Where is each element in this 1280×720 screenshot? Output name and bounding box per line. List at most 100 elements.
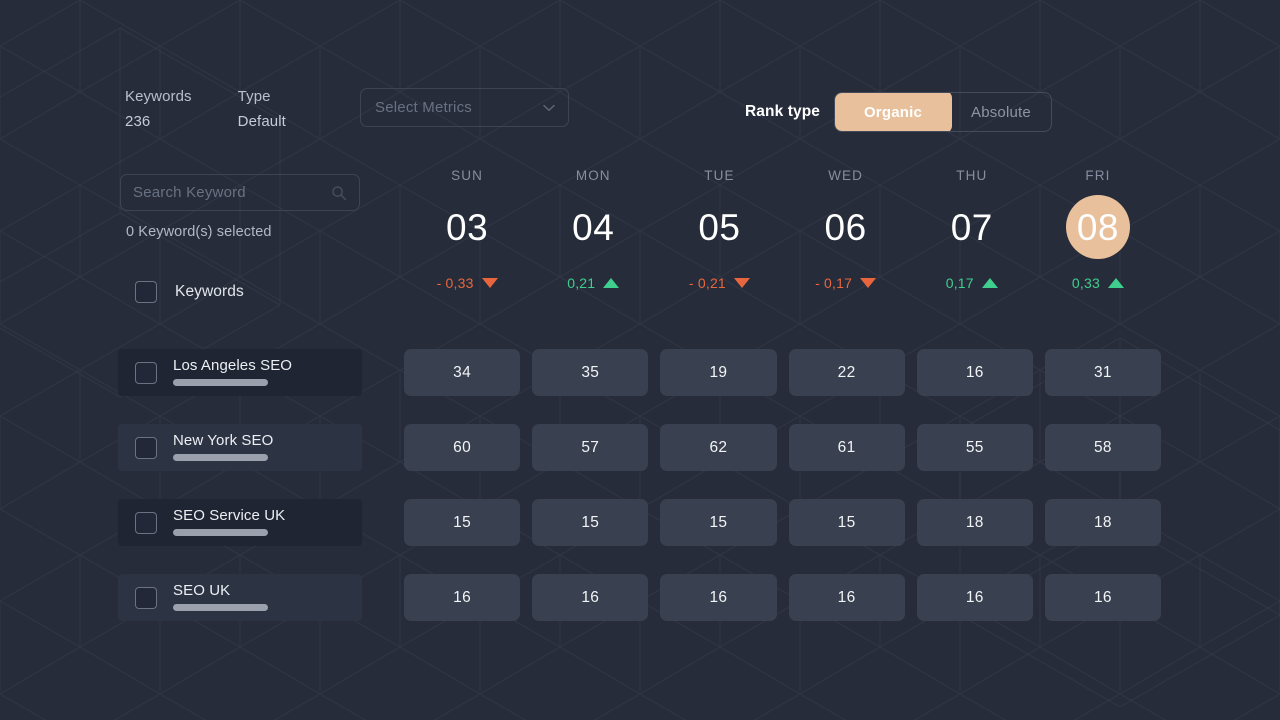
day-delta: 0,17 [946, 275, 998, 291]
list-item[interactable]: SEO UK [118, 574, 362, 621]
day-number[interactable]: 04 [561, 195, 625, 259]
keyword-text: Los Angeles SEO [173, 357, 292, 386]
arrow-down-icon [733, 278, 750, 288]
rank-tracker-page: Keywords 236 Type Default Select Metrics… [0, 0, 1280, 720]
type-summary-value: Default [237, 113, 286, 130]
meta-summary: Keywords 236 Type Default [125, 88, 286, 130]
keyword-checkbox[interactable] [135, 511, 157, 534]
rank-cell[interactable]: 16 [660, 574, 777, 621]
rank-cell[interactable]: 16 [788, 574, 905, 621]
day-name: THU [956, 168, 988, 183]
keywords-summary-label: Keywords [125, 88, 192, 105]
rank-cell[interactable]: 55 [916, 424, 1033, 471]
rank-type-option-organic[interactable]: Organic [834, 93, 952, 131]
keyword-name: New York SEO [173, 432, 274, 449]
day-delta-value: 0,21 [567, 275, 596, 291]
rank-cell[interactable]: 35 [532, 349, 649, 396]
search-input[interactable]: Search Keyword [120, 174, 360, 211]
rank-type-toggle: Organic Absolute [833, 92, 1052, 132]
rank-cell[interactable]: 16 [916, 349, 1033, 396]
rank-cell[interactable]: 15 [788, 499, 905, 546]
chevron-down-icon [543, 104, 555, 112]
keyword-name: Los Angeles SEO [173, 357, 293, 374]
day-number-text: 07 [950, 206, 993, 248]
day-column[interactable]: WED 06 - 0,17 [783, 168, 909, 291]
type-summary-label: Type [237, 88, 271, 105]
rank-cell[interactable]: 16 [1044, 574, 1162, 621]
rank-type-control: Rank type Organic Absolute [745, 92, 1052, 132]
arrow-up-icon [981, 278, 998, 288]
day-delta-value: 0,33 [1071, 275, 1100, 291]
keyword-bar [173, 379, 268, 386]
day-number[interactable]: 05 [687, 195, 751, 259]
rank-cell[interactable]: 18 [1044, 499, 1162, 546]
day-delta: - 0,33 [437, 275, 498, 291]
arrow-down-icon [860, 278, 877, 288]
keyword-checkbox[interactable] [135, 361, 157, 384]
rank-cell[interactable]: 15 [532, 499, 649, 546]
day-number-text: 08 [1076, 206, 1120, 248]
rank-cell[interactable]: 57 [532, 424, 649, 471]
keywords-column-header: Keywords [175, 283, 244, 300]
day-number[interactable]: 07 [940, 195, 1004, 259]
day-column[interactable]: THU 07 0,17 [909, 168, 1035, 291]
day-column[interactable]: TUE 05 - 0,21 [656, 168, 782, 291]
day-number-text: 06 [824, 206, 867, 248]
keyword-bar [173, 454, 268, 461]
day-number-text: 05 [698, 206, 741, 248]
list-item[interactable]: New York SEO [118, 424, 362, 471]
rank-cell[interactable]: 34 [404, 349, 521, 396]
rank-cell[interactable]: 16 [404, 574, 521, 621]
rank-cell[interactable]: 16 [916, 574, 1033, 621]
select-metrics-dropdown[interactable]: Select Metrics [360, 88, 569, 127]
day-column[interactable]: MON 04 0,21 [530, 168, 656, 291]
rank-cell[interactable]: 18 [916, 499, 1033, 546]
table-row: 15 15 15 15 18 18 [404, 499, 1162, 546]
table-row: 60 57 62 61 55 58 [404, 424, 1162, 471]
day-delta-value: - 0,17 [815, 275, 853, 291]
day-column[interactable]: SUN 03 - 0,33 [404, 168, 530, 291]
day-name: MON [575, 168, 611, 183]
table-row: 34 35 19 22 16 31 [404, 349, 1162, 396]
day-delta: 0,21 [567, 275, 620, 291]
day-delta: 0,33 [1072, 275, 1124, 291]
day-delta-value: - 0,21 [688, 275, 726, 291]
rank-type-option-absolute[interactable]: Absolute [951, 93, 1051, 131]
keywords-summary: Keywords 236 [125, 88, 192, 130]
rank-cell[interactable]: 60 [404, 424, 521, 471]
keywords-summary-count: 236 [125, 113, 151, 130]
arrow-up-icon [603, 278, 620, 288]
day-name: FRI [1085, 168, 1111, 183]
rank-type-label: Rank type [745, 103, 820, 120]
keyword-text: New York SEO [173, 432, 273, 461]
rank-cell[interactable]: 61 [788, 424, 905, 471]
select-all-checkbox[interactable] [135, 281, 157, 303]
arrow-down-icon [481, 278, 498, 288]
day-number-selected[interactable]: 08 [1065, 195, 1130, 259]
day-column[interactable]: FRI 08 0,33 [1035, 168, 1161, 291]
rank-cell[interactable]: 62 [660, 424, 777, 471]
day-delta: - 0,17 [815, 275, 877, 291]
rank-cell[interactable]: 22 [788, 349, 905, 396]
keyword-checkbox[interactable] [135, 436, 157, 459]
keyword-bar [173, 529, 268, 536]
rank-cell[interactable]: 16 [532, 574, 649, 621]
keyword-text: SEO UK [173, 582, 268, 611]
day-number[interactable]: 06 [814, 195, 878, 259]
rank-grid: 34 35 19 22 16 31 60 57 62 61 55 58 15 15 15 15 18 18 16 16… [404, 349, 1162, 649]
rank-cell[interactable]: 15 [660, 499, 777, 546]
rank-cell[interactable]: 15 [404, 499, 521, 546]
rank-cell[interactable]: 31 [1044, 349, 1162, 396]
day-name: WED [828, 168, 863, 183]
keyword-bar [173, 604, 268, 611]
keyword-text: SEO Service UK [173, 507, 285, 536]
list-item[interactable]: Los Angeles SEO [118, 349, 362, 396]
rank-cell[interactable]: 58 [1044, 424, 1162, 471]
table-row: 16 16 16 16 16 16 [404, 574, 1162, 621]
day-number[interactable]: 03 [435, 195, 499, 259]
rank-cell[interactable]: 19 [660, 349, 777, 396]
list-item[interactable]: SEO Service UK [118, 499, 362, 546]
keywords-header-row: Keywords [120, 274, 360, 310]
type-summary: Type Default [238, 88, 286, 130]
keyword-checkbox[interactable] [135, 586, 157, 609]
